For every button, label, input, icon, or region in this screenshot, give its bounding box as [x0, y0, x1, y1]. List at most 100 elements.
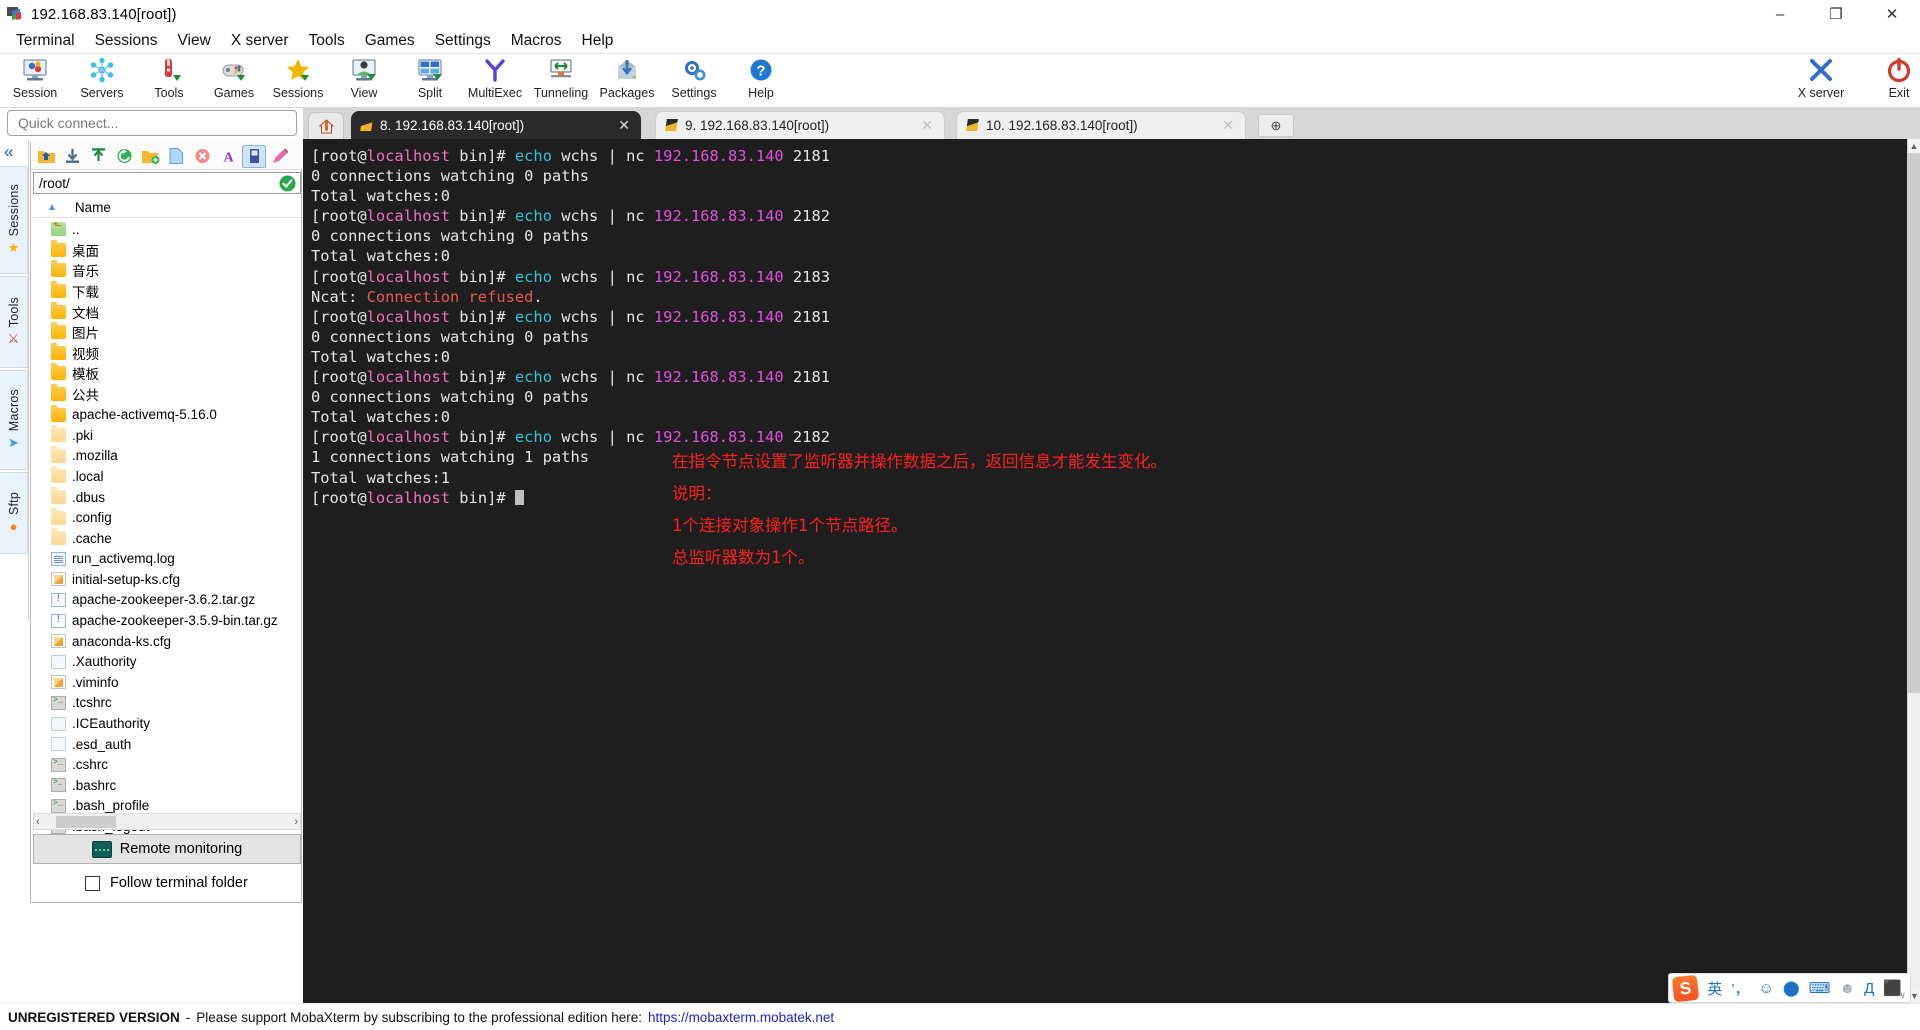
ime-voice-icon[interactable]: ⬤: [1783, 979, 1800, 997]
remote-monitoring-button[interactable]: Remote monitoring: [33, 834, 301, 864]
sftp-download-button[interactable]: [60, 145, 84, 168]
home-tab[interactable]: [308, 112, 344, 139]
menu-settings[interactable]: Settings: [425, 30, 501, 52]
toolbar-games[interactable]: Games: [201, 56, 267, 106]
collapse-sidebar-icon[interactable]: «: [4, 142, 13, 162]
scroll-thumb[interactable]: [56, 816, 116, 828]
file-list-item[interactable]: 桌面: [33, 239, 301, 261]
ime-collapse-icon[interactable]: ∨: [1899, 990, 1906, 1001]
sftp-text-mode-button[interactable]: A: [216, 145, 240, 168]
follow-terminal-folder-checkbox[interactable]: [85, 875, 100, 891]
file-list-item[interactable]: 下载: [33, 281, 301, 302]
scroll-up-icon[interactable]: ▲: [1908, 139, 1920, 153]
toolbar-exit[interactable]: Exit: [1864, 56, 1920, 106]
file-list-item[interactable]: .config: [33, 507, 301, 528]
maximize-button[interactable]: ❐: [1808, 0, 1864, 28]
ime-keyboard-icon[interactable]: ⌨: [1809, 979, 1831, 997]
toolbar-multiexec[interactable]: MultiExec: [462, 56, 528, 106]
file-list-item[interactable]: .esd_auth: [33, 734, 301, 755]
sftp-refresh-button[interactable]: [112, 145, 136, 168]
file-list-item[interactable]: 视频: [33, 342, 301, 364]
ime-emoji-icon[interactable]: ☺: [1759, 980, 1774, 997]
file-list-item[interactable]: run_activemq.log: [33, 549, 301, 570]
close-tab-icon[interactable]: ✕: [1222, 117, 1234, 134]
menu-macros[interactable]: Macros: [501, 30, 572, 52]
sogou-ime-bar[interactable]: S 英’， ☺ ⬤ ⌨ ☻ Д ⬛ ∨: [1668, 973, 1911, 1003]
sftp-up-dir-button[interactable]: [34, 145, 58, 168]
menu-help[interactable]: Help: [572, 30, 624, 52]
toolbar-split[interactable]: Split: [397, 56, 463, 106]
rail-tab-macros[interactable]: Macros ➤: [0, 370, 28, 470]
close-tab-icon[interactable]: ✕: [618, 117, 630, 134]
file-list-item[interactable]: .mozilla: [33, 445, 301, 467]
sftp-path-input[interactable]: /root/: [33, 172, 301, 194]
close-tab-icon[interactable]: ✕: [921, 117, 933, 134]
toolbar-session[interactable]: Session: [2, 56, 68, 106]
toolbar-tools[interactable]: Tools: [136, 56, 202, 106]
menu-games[interactable]: Games: [355, 30, 425, 52]
terminal-tab-9[interactable]: 9. 192.168.83.140[root]) ✕: [655, 111, 945, 139]
ime-punctuation-icon[interactable]: ’，: [1731, 978, 1749, 999]
toolbar-help[interactable]: ? Help: [728, 56, 794, 106]
file-list-item[interactable]: .viminfo: [33, 672, 301, 693]
sftp-column-header[interactable]: ▲ Name: [33, 198, 301, 218]
file-list-item[interactable]: .ICEauthority: [33, 713, 301, 734]
file-list-item[interactable]: .bashrc: [33, 775, 301, 796]
file-list-item[interactable]: .tcshrc: [33, 693, 301, 714]
file-list-item[interactable]: .Xauthority: [33, 651, 301, 672]
file-list-item[interactable]: .pki: [33, 425, 301, 446]
menu-terminal[interactable]: Terminal: [6, 30, 85, 52]
menu-xserver[interactable]: X server: [221, 30, 299, 52]
file-list-item[interactable]: 音乐: [33, 260, 301, 281]
rail-tab-sessions[interactable]: Sessions ★: [0, 166, 28, 274]
terminal-tab-8[interactable]: 8. 192.168.83.140[root]) ✕: [351, 111, 641, 139]
file-list-item[interactable]: .dbus: [33, 487, 301, 508]
file-list-item[interactable]: apache-zookeeper-3.6.2.tar.gz: [33, 590, 301, 611]
sftp-file-list[interactable]: .. 桌面音乐下载文档图片视频模板公共 apache-activemq-5.16.0…: [33, 219, 301, 1030]
ime-mode-english[interactable]: 英: [1707, 978, 1722, 999]
ime-skin-icon[interactable]: Д: [1864, 980, 1874, 997]
scroll-left-icon[interactable]: ‹: [36, 816, 40, 828]
file-list-item[interactable]: .cshrc: [33, 754, 301, 775]
terminal-output[interactable]: [root@localhost bin]# echo wchs | nc 192…: [303, 139, 1907, 1003]
ime-user-icon[interactable]: ☻: [1839, 980, 1855, 997]
rail-tab-sftp[interactable]: Sftp ●: [0, 472, 28, 554]
file-list-item[interactable]: ..: [33, 219, 301, 240]
file-list-item[interactable]: 公共: [33, 384, 301, 405]
close-button[interactable]: ✕: [1864, 0, 1920, 28]
scroll-right-icon[interactable]: ›: [294, 816, 298, 828]
terminal-scroll-thumb[interactable]: [1908, 153, 1920, 693]
terminal-scrollbar[interactable]: ▲ ▼: [1907, 139, 1920, 1003]
menu-tools[interactable]: Tools: [299, 30, 355, 52]
toolbar-view[interactable]: View: [331, 56, 397, 106]
menu-sessions[interactable]: Sessions: [85, 30, 168, 52]
file-list-item[interactable]: apache-zookeeper-3.5.9-bin.tar.gz: [33, 610, 301, 631]
toolbar-servers[interactable]: Servers: [69, 56, 135, 106]
sftp-show-hidden-button[interactable]: [242, 144, 266, 168]
file-list-item[interactable]: 图片: [33, 322, 301, 343]
sftp-new-folder-button[interactable]: [138, 145, 162, 168]
file-list-item[interactable]: apache-activemq-5.16.0: [33, 404, 301, 425]
toolbar-tunneling[interactable]: Tunneling: [528, 56, 594, 106]
quick-connect-input[interactable]: Quick connect...: [7, 110, 297, 136]
sogou-logo-icon[interactable]: S: [1671, 974, 1700, 1002]
sftp-edit-button[interactable]: [268, 145, 292, 168]
file-list-item[interactable]: 文档: [33, 301, 301, 322]
mobaxterm-link[interactable]: https://mobaxterm.mobatek.net: [648, 1010, 834, 1025]
toolbar-sessions[interactable]: Sessions: [265, 56, 331, 106]
new-tab-button[interactable]: ⊕: [1258, 114, 1294, 137]
file-list-item[interactable]: anaconda-ks.cfg: [33, 631, 301, 652]
terminal-tab-10[interactable]: 10. 192.168.83.140[root]) ✕: [956, 111, 1246, 139]
file-list-item[interactable]: initial-setup-ks.cfg: [33, 569, 301, 590]
rail-tab-tools[interactable]: Tools ⚔: [0, 276, 28, 368]
toolbar-packages[interactable]: Packages: [594, 56, 660, 106]
toolbar-xserver[interactable]: X server: [1786, 56, 1856, 106]
file-list-item[interactable]: 模板: [33, 363, 301, 384]
sftp-new-file-button[interactable]: [164, 145, 188, 168]
sftp-upload-button[interactable]: [86, 145, 110, 168]
menu-view[interactable]: View: [167, 30, 220, 52]
follow-terminal-folder-row[interactable]: Follow terminal folder: [33, 869, 301, 897]
toolbar-settings[interactable]: Settings: [661, 56, 727, 106]
file-list-item[interactable]: .local: [33, 466, 301, 487]
sftp-delete-button[interactable]: [190, 145, 214, 168]
